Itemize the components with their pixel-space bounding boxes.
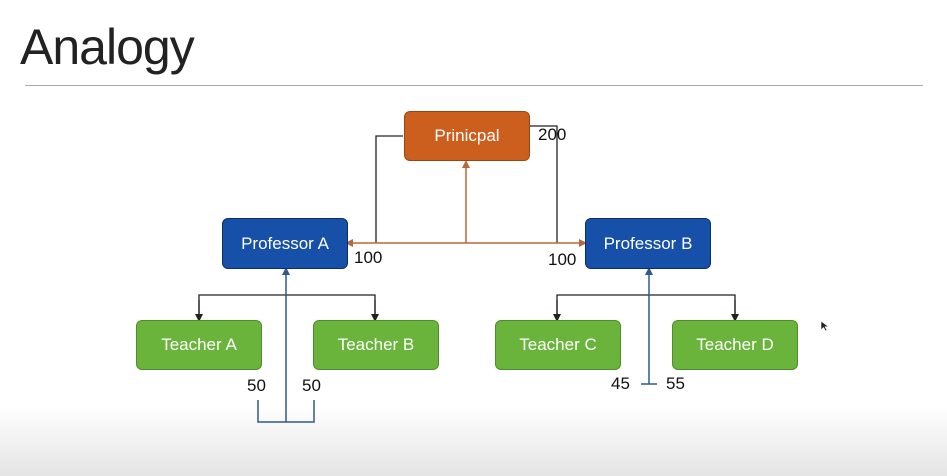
teacher-c-allocation: 45 <box>611 374 630 393</box>
professor-a-node: Professor A <box>222 218 348 269</box>
professor-b-node: Professor B <box>585 218 711 269</box>
professor-a-allocation: 100 <box>354 248 383 267</box>
teacher-a-node: Teacher A <box>136 320 262 370</box>
teacher-b-allocation: 50 <box>302 376 321 395</box>
mouse-pointer-icon <box>820 320 830 332</box>
connector-lines <box>195 125 739 423</box>
principal-allocation: 200 <box>538 125 567 144</box>
teacher-c-node: Teacher C <box>495 320 621 370</box>
principal-left-link <box>375 135 403 243</box>
teacher-b-node: Teacher B <box>313 320 439 370</box>
teacher-d-node: Teacher D <box>672 320 798 370</box>
professor-a-branch <box>198 294 376 316</box>
professor-b-branch <box>556 294 736 316</box>
principal-node: Prinicpal <box>404 111 530 161</box>
teacher-d-allocation: 55 <box>666 374 685 393</box>
teacher-a-allocation: 50 <box>247 376 266 395</box>
professor-b-allocation: 100 <box>548 250 577 269</box>
